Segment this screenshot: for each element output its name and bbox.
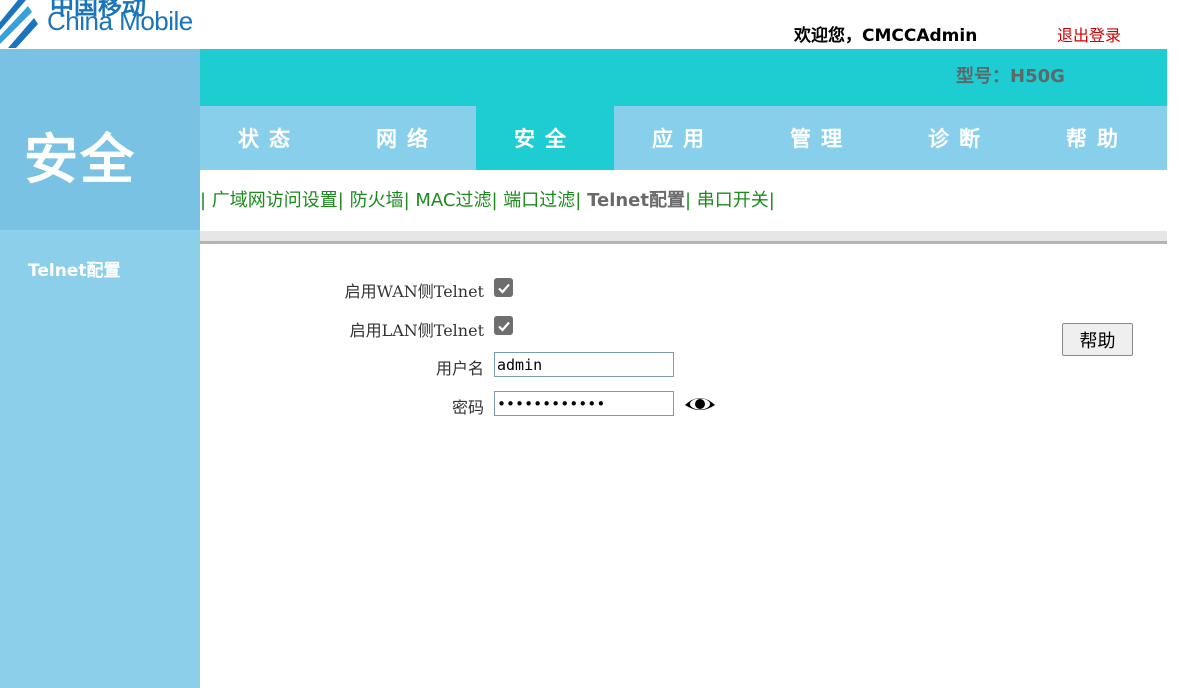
- logo-text: China Mobile: [47, 6, 193, 36]
- subnav-mac-filter[interactable]: MAC过滤: [415, 190, 491, 211]
- sidebar: Telnet配置: [0, 230, 200, 688]
- subnav-wan-access[interactable]: 广域网访问设置: [212, 190, 338, 211]
- logout-link[interactable]: 退出登录: [1057, 22, 1121, 46]
- section-title: 安全: [24, 128, 136, 191]
- wan-telnet-checkbox[interactable]: [494, 278, 513, 297]
- nav-item-application[interactable]: 应用: [614, 106, 752, 170]
- nav-item-security[interactable]: 安全: [476, 106, 614, 170]
- nav-item-help[interactable]: 帮助: [1028, 106, 1166, 170]
- top-bar: 型号：H50G: [200, 49, 1167, 106]
- lan-telnet-checkbox[interactable]: [494, 316, 513, 335]
- wan-telnet-label: 启用WAN侧Telnet: [344, 282, 484, 301]
- section-header-panel: 安全: [0, 49, 200, 230]
- subnav-firewall[interactable]: 防火墙: [350, 190, 404, 211]
- nav-item-management[interactable]: 管理: [752, 106, 890, 170]
- china-mobile-logo-icon: [0, 0, 38, 48]
- password-label: 密码: [451, 398, 484, 417]
- show-password-eye-icon[interactable]: [684, 391, 716, 417]
- lan-telnet-label: 启用LAN侧Telnet: [349, 321, 484, 340]
- subnav-serial-switch[interactable]: 串口开关: [697, 190, 769, 211]
- separator-bar: [200, 231, 1167, 244]
- username-input[interactable]: admin: [494, 352, 674, 377]
- subnav-port-filter[interactable]: 端口过滤: [503, 190, 575, 211]
- password-input[interactable]: ••••••••••••: [494, 391, 674, 416]
- sidebar-item-telnet-config[interactable]: Telnet配置: [28, 256, 120, 281]
- main-nav: 状态 网络 安全 应用 管理 诊断 帮助: [200, 106, 1167, 170]
- subnav-telnet-config[interactable]: Telnet配置: [587, 190, 685, 211]
- username-label: 用户名: [435, 359, 484, 378]
- checkmark-icon: [497, 283, 510, 294]
- help-button[interactable]: 帮助: [1062, 323, 1133, 356]
- checkmark-icon: [497, 321, 510, 332]
- nav-item-network[interactable]: 网络: [338, 106, 476, 170]
- nav-item-status[interactable]: 状态: [200, 106, 338, 170]
- welcome-text: 欢迎您，CMCCAdmin: [794, 26, 978, 46]
- model-label: 型号：H50G: [956, 66, 1065, 87]
- nav-item-diagnosis[interactable]: 诊断: [890, 106, 1028, 170]
- china-mobile-logo: 中国移动 China Mobile: [0, 0, 200, 48]
- sub-nav: | 广域网访问设置| 防火墙| MAC过滤| 端口过滤| Telnet配置| 串…: [200, 190, 775, 211]
